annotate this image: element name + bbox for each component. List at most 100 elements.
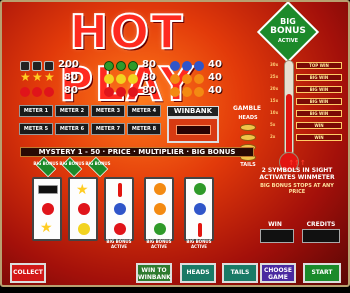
lemon-symbol-icon <box>104 74 114 84</box>
lemon-symbol-icon <box>116 74 126 84</box>
heads-button[interactable]: HEADS <box>180 263 216 283</box>
win-display <box>260 229 294 243</box>
win-label: WIN <box>268 221 282 228</box>
start-button[interactable]: START <box>303 263 341 283</box>
pay-value: 40 <box>208 59 222 70</box>
thermometer-symbol-icon <box>118 183 122 197</box>
pay-value: 80 <box>64 85 78 96</box>
meter-5: METER 5 <box>19 123 53 135</box>
ladder-left-label: 25x <box>270 74 279 79</box>
big-bonus-line1: BIG <box>280 17 296 26</box>
mini-bonus-label: BIG BONUS <box>59 161 85 166</box>
reel-labels: BIG BONUS ACTIVE BIG BONUS ACTIVE BIG BO… <box>32 239 218 251</box>
meter-3: METER 3 <box>91 105 125 117</box>
diamond-icon <box>35 156 57 178</box>
melon-symbol-icon <box>128 61 138 71</box>
game-title: HOT PLAY <box>58 5 195 111</box>
star-symbol-icon: ★ <box>20 70 31 84</box>
meter-1: METER 1 <box>19 105 53 117</box>
meter-7: METER 7 <box>91 123 125 135</box>
meter-8: METER 8 <box>127 123 161 135</box>
paytable: 200 80 40 ★ ★ ★ 80 80 40 80 80 40 <box>20 59 240 98</box>
ladder-left-label: 10x <box>270 110 279 115</box>
plum-symbol-icon <box>194 61 204 71</box>
ladder-left-label: 15x <box>270 98 279 103</box>
pay-value: 80 <box>142 85 156 96</box>
big-bonus-line2: BONUS <box>270 26 306 36</box>
orange-symbol-icon <box>182 74 192 84</box>
orange-symbol-icon <box>182 87 192 97</box>
pay-value: 80 <box>142 72 156 83</box>
pay-value: 80 <box>142 59 156 70</box>
cherry-symbol-icon <box>44 87 54 97</box>
mini-bonus-row: BIG BONUS BIG BONUS BIG BONUS <box>32 156 242 178</box>
cherry-symbol-icon <box>32 87 42 97</box>
thermometer-fill <box>286 94 292 154</box>
star-symbol-icon: ★ <box>32 70 43 84</box>
melon-symbol-icon <box>154 223 166 235</box>
orange-symbol-icon <box>154 203 166 215</box>
big-bonus-line3: ACTIVE <box>277 38 299 44</box>
gamble-title: GAMBLE <box>232 105 262 112</box>
choose-game-button[interactable]: CHOOSE GAME <box>260 263 296 283</box>
bonus-hint: ↑↑↑ 2 SYMBOLS IN SIGHT ACTIVATES WINMETE… <box>252 159 342 195</box>
cherry-symbol-icon <box>116 87 126 97</box>
cherry-symbol-icon <box>104 87 114 97</box>
reels: ★ ★ <box>32 177 218 241</box>
big-bonus-badge: BIG BONUS ACTIVE <box>256 2 320 64</box>
ladder-right-label: BIG WIN <box>296 74 342 81</box>
mystery-banner: MYSTERY 1 - 50 · PRICE · MULTIPLIER · BI… <box>20 147 254 157</box>
slot-machine-cabinet: HOT PLAY 200 80 40 ★ ★ ★ 80 80 40 80 80 40 … <box>0 0 350 287</box>
cherry-symbol-icon <box>114 223 126 235</box>
melon-symbol-icon <box>116 61 126 71</box>
reel-bonus-label: BIG BONUS ACTIVE <box>186 239 212 249</box>
reel-bonus-label: BIG BONUS ACTIVE <box>146 239 172 249</box>
lemon-symbol-icon <box>78 223 90 235</box>
mini-bonus-label: BIG BONUS <box>85 161 111 166</box>
pay-value: 40 <box>208 85 222 96</box>
melon-symbol-icon <box>194 183 206 195</box>
hint-line: BIG BONUS STOPS AT ANY PRICE <box>260 183 334 195</box>
plum-symbol-icon <box>194 203 206 215</box>
melon-symbol-icon <box>104 61 114 71</box>
cherry-symbol-icon <box>128 87 138 97</box>
hint-arrows: ↑↑↑ <box>288 159 306 167</box>
ladder-right-label: BIG WIN <box>296 110 342 117</box>
ladder-left-label: 2x <box>270 134 276 139</box>
ladder-right-label: BIG WIN <box>296 98 342 105</box>
win-to-winbank-button[interactable]: WIN TO WINBANK <box>136 263 172 283</box>
ladder-right-label: WIN <box>296 122 342 129</box>
orange-symbol-icon <box>154 183 166 195</box>
lemon-symbol-icon <box>128 74 138 84</box>
orange-symbol-icon <box>170 74 180 84</box>
pay-value: 200 <box>58 59 79 70</box>
star-symbol-icon: ★ <box>40 220 53 236</box>
coin-icon <box>240 134 256 141</box>
winbank-screen <box>176 125 211 135</box>
thermometer-icon <box>284 60 294 156</box>
tails-button[interactable]: TAILS <box>222 263 258 283</box>
plum-symbol-icon <box>170 61 180 71</box>
pay-value: 40 <box>208 72 222 83</box>
plum-symbol-icon <box>182 61 192 71</box>
ladder-right-label: WIN <box>296 134 342 141</box>
star-symbol-icon: ★ <box>44 70 55 84</box>
star-symbol-icon: ★ <box>76 182 89 198</box>
collect-button[interactable]: COLLECT <box>10 263 46 283</box>
ladder-right-label: BIG WIN <box>296 86 342 93</box>
diamond-icon <box>61 156 83 178</box>
orange-symbol-icon <box>194 74 204 84</box>
gamble-heads-label: HEADS <box>238 115 258 121</box>
hint-line: 2 SYMBOLS IN SIGHT ACTIVATES WINMETER <box>259 167 335 181</box>
paytable-row-2: ★ ★ ★ 80 80 40 <box>20 70 240 85</box>
cherry-symbol-icon <box>78 203 90 215</box>
cherry-symbol-icon <box>42 203 54 215</box>
cherry-symbol-icon <box>20 87 30 97</box>
reel-5 <box>184 177 214 241</box>
reel-1: ★ <box>32 177 62 241</box>
ladder-left-label: 5x <box>270 122 276 127</box>
winbank-label: WINBANK <box>167 106 219 117</box>
credits-label: CREDITS <box>306 221 336 228</box>
mini-bonus-label: BIG BONUS <box>33 161 59 166</box>
ladder-left-label: 20x <box>270 86 279 91</box>
